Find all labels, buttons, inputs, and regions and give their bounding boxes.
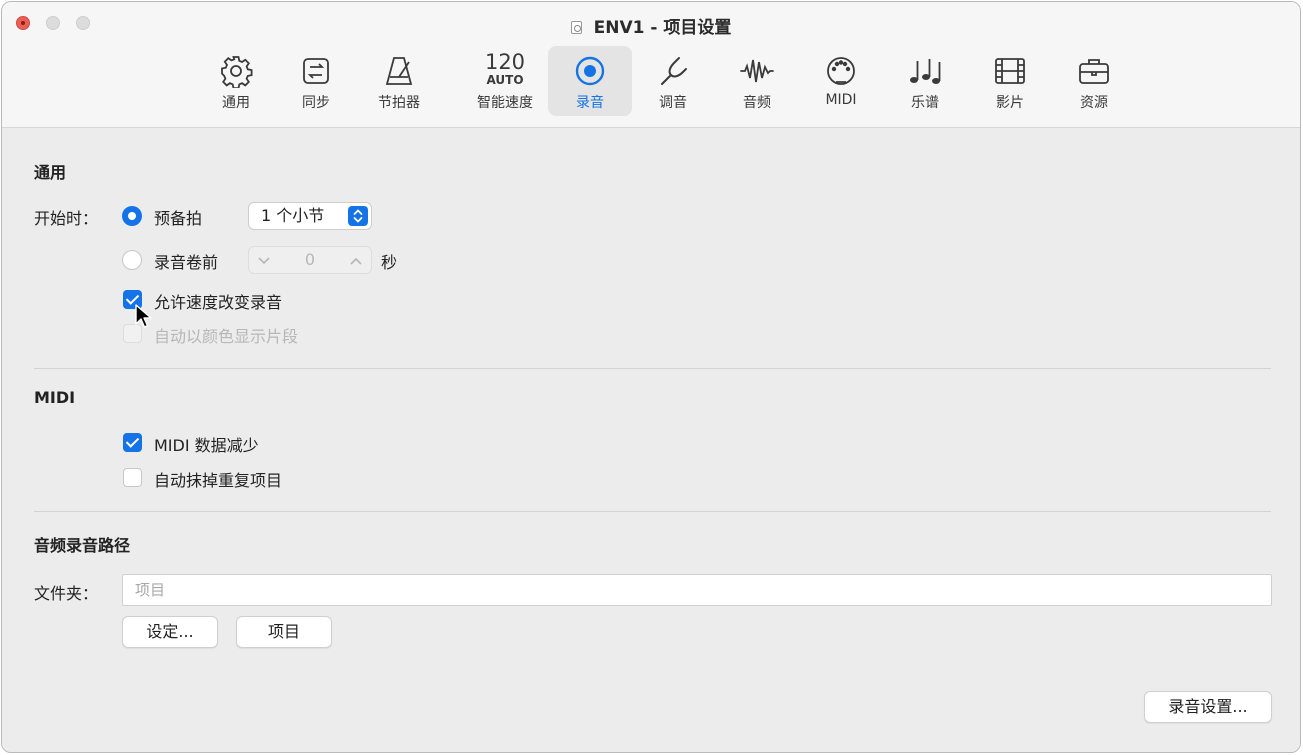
folder-field[interactable]: 项目 (122, 574, 1272, 606)
tab-assets[interactable]: 资源 (1052, 46, 1136, 116)
general-section-heading: 通用 (34, 163, 67, 182)
window-title-text: ENV1 - 项目设置 (593, 18, 732, 38)
toolbar: ENV1 - 项目设置 通用 同步 节拍器 120 AUTO 智能速度 录音 调… (2, 2, 1300, 128)
film-icon (968, 54, 1052, 88)
tab-smart-tempo[interactable]: 120 AUTO 智能速度 (463, 46, 547, 116)
document-icon (570, 21, 582, 34)
tab-metronome[interactable]: 节拍器 (357, 46, 441, 116)
preroll-unit: 秒 (381, 253, 398, 272)
section-divider (34, 511, 1271, 512)
tab-recording[interactable]: 录音 (548, 46, 632, 116)
record-icon (548, 54, 632, 88)
midi-port-icon (799, 54, 883, 88)
tempo-number: 120 (484, 50, 526, 74)
allow-tempo-change-label: 允许速度改变录音 (154, 293, 283, 312)
tab-movie[interactable]: 影片 (968, 46, 1052, 116)
project-settings-window: ENV1 - 项目设置 通用 同步 节拍器 120 AUTO 智能速度 录音 调… (1, 1, 1301, 753)
project-folder-button[interactable]: 项目 (236, 616, 332, 648)
window-title: ENV1 - 项目设置 (2, 13, 1300, 38)
preroll-label: 录音卷前 (154, 253, 219, 272)
settings-tab-bar: 通用 同步 节拍器 120 AUTO 智能速度 录音 调音 音频 MIDI 乐谱… (2, 46, 1300, 118)
folder-placeholder: 项目 (135, 581, 166, 599)
tab-general[interactable]: 通用 (194, 46, 278, 116)
tab-sync-label: 同步 (302, 95, 330, 111)
midi-reduce-label: MIDI 数据减少 (154, 436, 259, 455)
recording-settings-button[interactable]: 录音设置... (1144, 691, 1272, 723)
tab-audio[interactable]: 音频 (715, 46, 799, 116)
count-in-popup[interactable]: 1 个小节 (248, 202, 372, 230)
midi-reduce-checkbox[interactable] (123, 433, 142, 452)
tab-general-label: 通用 (222, 95, 250, 111)
recording-settings-panel: 通用 开始时： 预备拍 1 个小节 录音卷前 0 秒 允许速度改变录音 自动以颜… (2, 129, 1300, 752)
gear-icon (194, 54, 278, 88)
tab-midi-label: MIDI (825, 92, 857, 108)
tab-midi[interactable]: MIDI (799, 46, 883, 116)
tempo-icon: 120 AUTO (463, 50, 547, 87)
count-in-label: 预备拍 (154, 209, 203, 228)
folder-label: 文件夹： (34, 584, 99, 603)
sync-icon (274, 54, 358, 88)
briefcase-icon (1052, 54, 1136, 88)
count-in-value: 1 个小节 (261, 206, 325, 225)
auto-demix-label: 自动抹掉重复项目 (154, 471, 283, 490)
mouse-pointer-icon (135, 304, 152, 328)
chevron-up-icon[interactable] (349, 255, 363, 267)
set-folder-button[interactable]: 设定... (122, 616, 218, 648)
preroll-radio[interactable] (122, 250, 142, 270)
tempo-auto: AUTO (486, 73, 524, 87)
waveform-icon (715, 54, 799, 88)
tab-assets-label: 资源 (1080, 95, 1108, 111)
tab-score-label: 乐谱 (911, 95, 939, 111)
tab-movie-label: 影片 (996, 95, 1024, 111)
tab-score[interactable]: 乐谱 (883, 46, 967, 116)
tab-tuning[interactable]: 调音 (631, 46, 715, 116)
count-in-radio[interactable] (122, 206, 142, 226)
audio-path-heading: 音频录音路径 (34, 536, 131, 555)
popup-arrows-icon (348, 206, 368, 226)
preroll-stepper[interactable]: 0 (248, 246, 372, 274)
tab-metronome-label: 节拍器 (378, 95, 420, 111)
tab-recording-label: 录音 (576, 95, 604, 111)
tab-tuning-label: 调音 (659, 95, 687, 111)
auto-demix-checkbox[interactable] (123, 468, 142, 487)
section-divider (34, 368, 1271, 369)
tuning-fork-icon (631, 54, 715, 88)
tab-audio-label: 音频 (743, 95, 771, 111)
start-label: 开始时： (34, 209, 99, 228)
tab-smart-tempo-label: 智能速度 (477, 95, 533, 111)
auto-color-label: 自动以颜色显示片段 (154, 327, 299, 346)
metronome-icon (357, 54, 441, 88)
tab-sync[interactable]: 同步 (274, 46, 358, 116)
midi-section-heading: MIDI (34, 388, 76, 407)
music-notes-icon (883, 54, 967, 88)
